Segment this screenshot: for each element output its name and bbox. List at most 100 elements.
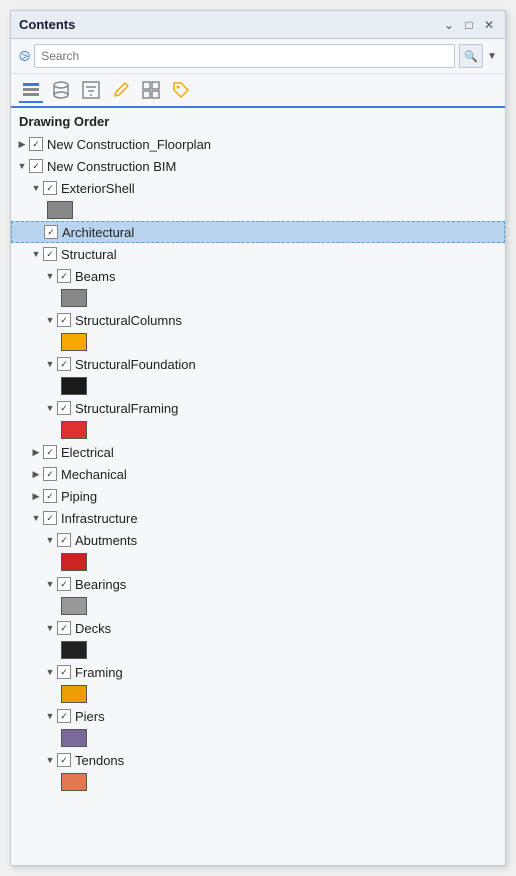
expand-arrow-new-construction-floorplan[interactable] (15, 133, 29, 155)
checkbox-exterior-shell[interactable] (43, 181, 57, 195)
restore-icon[interactable]: □ (461, 17, 477, 33)
tree-item-decks[interactable]: Decks (11, 617, 505, 639)
expand-arrow-decks[interactable] (43, 617, 57, 639)
expand-arrow-piers[interactable] (43, 705, 57, 727)
tree-item-piers[interactable]: Piers (11, 705, 505, 727)
tree-item-structural-columns-swatch[interactable] (11, 331, 505, 353)
expand-arrow-abutments[interactable] (43, 529, 57, 551)
checkbox-structural-foundation[interactable] (57, 357, 71, 371)
search-button[interactable]: 🔍 (459, 44, 483, 68)
expand-arrow-structural-framing[interactable] (43, 397, 57, 419)
expand-arrow-structural-columns[interactable] (43, 309, 57, 331)
checkbox-structural-framing[interactable] (57, 401, 71, 415)
search-bar: ⧁ 🔍 ▼ (11, 39, 505, 74)
color-swatch-exterior-shell-swatch[interactable] (47, 201, 73, 219)
tree-item-structural-framing-swatch[interactable] (11, 419, 505, 441)
expand-arrow-mechanical[interactable] (29, 463, 43, 485)
search-dropdown-arrow[interactable]: ▼ (487, 51, 497, 62)
checkbox-architectural[interactable] (44, 225, 58, 239)
tree-item-architectural[interactable]: Architectural (11, 221, 505, 243)
color-swatch-tendons-swatch[interactable] (61, 773, 87, 791)
checkbox-structural-columns[interactable] (57, 313, 71, 327)
tree-item-bearings-swatch[interactable] (11, 595, 505, 617)
color-swatch-bearings-swatch[interactable] (61, 597, 87, 615)
grid-tool-button[interactable] (139, 78, 163, 102)
label-infrastructure: Infrastructure (61, 511, 138, 526)
checkbox-electrical[interactable] (43, 445, 57, 459)
expand-arrow-tendons[interactable] (43, 749, 57, 771)
checkbox-structural[interactable] (43, 247, 57, 261)
expand-arrow-beams[interactable] (43, 265, 57, 287)
checkbox-abutments[interactable] (57, 533, 71, 547)
color-swatch-structural-foundation-swatch[interactable] (61, 377, 87, 395)
label-decks: Decks (75, 621, 111, 636)
checkbox-new-construction-floorplan[interactable] (29, 137, 43, 151)
checkbox-piping[interactable] (43, 489, 57, 503)
pencil-tool-button[interactable] (109, 78, 133, 102)
expand-arrow-electrical[interactable] (29, 441, 43, 463)
label-new-construction-floorplan: New Construction_Floorplan (47, 137, 211, 152)
tree-item-exterior-shell[interactable]: ExteriorShell (11, 177, 505, 199)
tree-item-structural-framing[interactable]: StructuralFraming (11, 397, 505, 419)
close-icon[interactable]: ✕ (481, 17, 497, 33)
tree-item-structural-foundation[interactable]: StructuralFoundation (11, 353, 505, 375)
checkbox-tendons[interactable] (57, 753, 71, 767)
layers-tool-button[interactable] (19, 79, 43, 103)
tree-item-decks-swatch[interactable] (11, 639, 505, 661)
tree-item-structural-foundation-swatch[interactable] (11, 375, 505, 397)
tree-item-piers-swatch[interactable] (11, 727, 505, 749)
expand-arrow-infrastructure[interactable] (29, 507, 43, 529)
tag-tool-button[interactable] (169, 78, 193, 102)
cylinder-tool-button[interactable] (49, 78, 73, 102)
filter-tool-button[interactable] (79, 78, 103, 102)
checkbox-bearings[interactable] (57, 577, 71, 591)
checkbox-new-construction-bim[interactable] (29, 159, 43, 173)
tree-item-bearings[interactable]: Bearings (11, 573, 505, 595)
filter-icon[interactable]: ⧁ (19, 48, 30, 65)
checkbox-decks[interactable] (57, 621, 71, 635)
tree-item-tendons[interactable]: Tendons (11, 749, 505, 771)
tree-item-framing[interactable]: Framing (11, 661, 505, 683)
checkbox-piers[interactable] (57, 709, 71, 723)
chevron-icon[interactable]: ⌄ (441, 17, 457, 33)
section-label: Drawing Order (11, 108, 505, 133)
tree-item-structural[interactable]: Structural (11, 243, 505, 265)
tree-item-abutments-swatch[interactable] (11, 551, 505, 573)
checkbox-mechanical[interactable] (43, 467, 57, 481)
color-swatch-beams-swatch[interactable] (61, 289, 87, 307)
panel-controls: ⌄ □ ✕ (441, 17, 497, 33)
label-piers: Piers (75, 709, 105, 724)
tree-item-beams-swatch[interactable] (11, 287, 505, 309)
color-swatch-framing-swatch[interactable] (61, 685, 87, 703)
tree-item-mechanical[interactable]: Mechanical (11, 463, 505, 485)
expand-arrow-framing[interactable] (43, 661, 57, 683)
color-swatch-piers-swatch[interactable] (61, 729, 87, 747)
expand-arrow-piping[interactable] (29, 485, 43, 507)
tree-item-abutments[interactable]: Abutments (11, 529, 505, 551)
color-swatch-structural-columns-swatch[interactable] (61, 333, 87, 351)
color-swatch-structural-framing-swatch[interactable] (61, 421, 87, 439)
tree-container[interactable]: New Construction_Floorplan New Constructi… (11, 133, 505, 865)
expand-arrow-bearings[interactable] (43, 573, 57, 595)
tree-item-beams[interactable]: Beams (11, 265, 505, 287)
checkbox-infrastructure[interactable] (43, 511, 57, 525)
tree-item-exterior-shell-swatch[interactable] (11, 199, 505, 221)
checkbox-framing[interactable] (57, 665, 71, 679)
color-swatch-decks-swatch[interactable] (61, 641, 87, 659)
tree-item-tendons-swatch[interactable] (11, 771, 505, 793)
label-exterior-shell: ExteriorShell (61, 181, 135, 196)
search-input[interactable] (34, 44, 455, 68)
tree-item-new-construction-floorplan[interactable]: New Construction_Floorplan (11, 133, 505, 155)
tree-item-structural-columns[interactable]: StructuralColumns (11, 309, 505, 331)
expand-arrow-structural[interactable] (29, 243, 43, 265)
color-swatch-abutments-swatch[interactable] (61, 553, 87, 571)
expand-arrow-new-construction-bim[interactable] (15, 155, 29, 177)
tree-item-piping[interactable]: Piping (11, 485, 505, 507)
tree-item-framing-swatch[interactable] (11, 683, 505, 705)
tree-item-electrical[interactable]: Electrical (11, 441, 505, 463)
tree-item-infrastructure[interactable]: Infrastructure (11, 507, 505, 529)
expand-arrow-structural-foundation[interactable] (43, 353, 57, 375)
expand-arrow-exterior-shell[interactable] (29, 177, 43, 199)
checkbox-beams[interactable] (57, 269, 71, 283)
tree-item-new-construction-bim[interactable]: New Construction BIM (11, 155, 505, 177)
